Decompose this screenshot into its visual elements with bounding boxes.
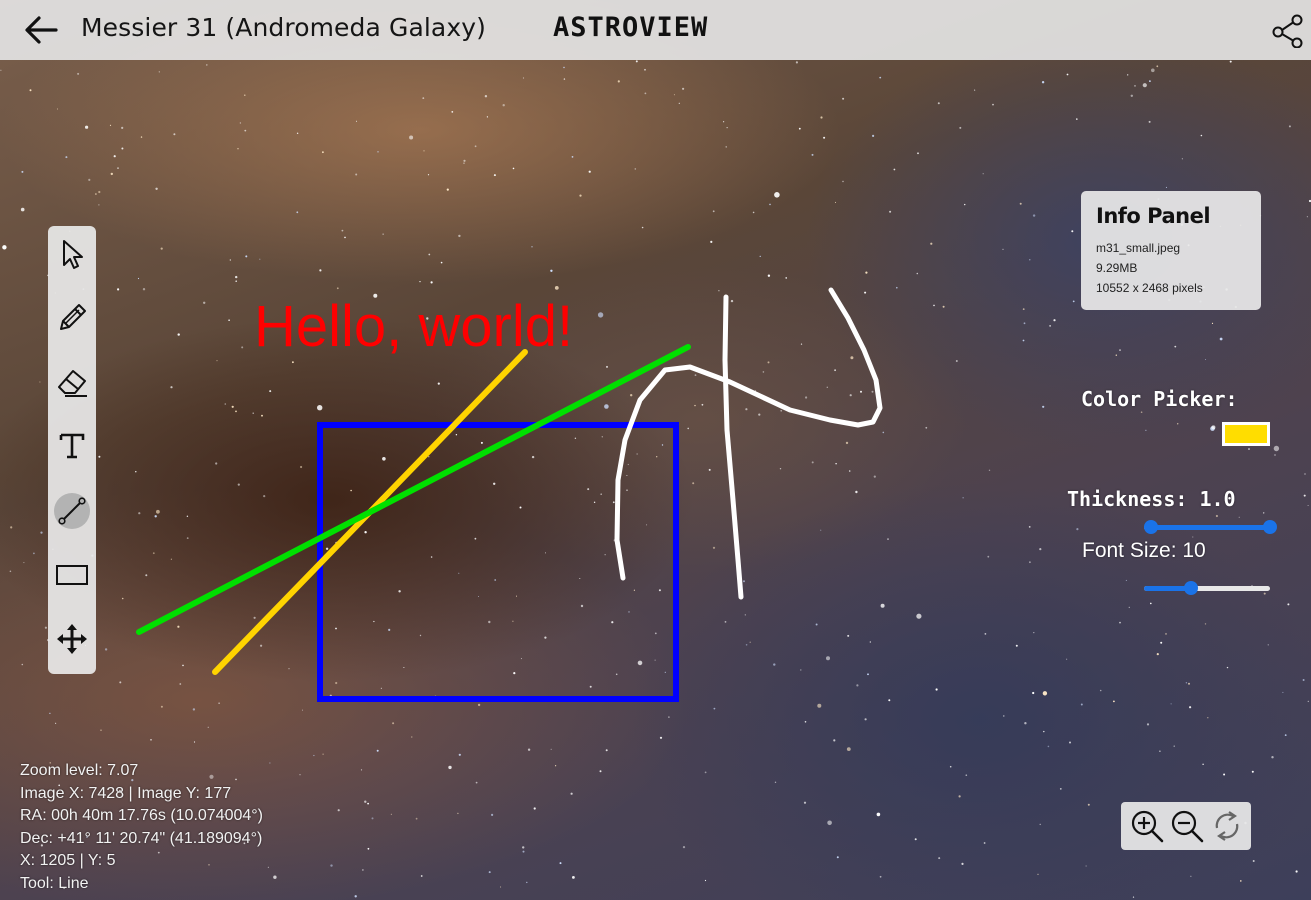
color-picker-label: Color Picker: [1081,387,1238,411]
back-button[interactable] [22,12,60,48]
rectangle-icon [56,565,88,585]
status-dec: Dec: +41° 11' 20.74" (41.189094°) [20,829,263,847]
info-panel-title: Info Panel [1096,204,1211,228]
zoom-controls [1121,802,1251,850]
info-filesize: 9.29MB [1096,261,1138,275]
line-icon [58,497,86,525]
share-button[interactable] [1271,14,1305,49]
annotation-freehand-2[interactable] [722,294,744,600]
pencil-icon [60,304,86,330]
tool-move[interactable] [52,619,92,659]
thickness-label: Thickness: 1.0 [1067,487,1236,511]
thickness-slider-fill [1144,525,1270,530]
tool-palette [48,226,96,674]
status-image-coords: Image X: 7428 | Image Y: 177 [20,784,232,802]
tool-line[interactable] [52,491,92,531]
color-picker-swatch[interactable] [1222,422,1270,446]
info-dimensions: 10552 x 2468 pixels [1096,281,1203,295]
font-size-slider[interactable] [1144,580,1270,596]
share-icon [1272,14,1303,49]
arrow-left-icon [25,16,58,44]
eraser-icon [58,370,87,397]
zoom-in-button[interactable] [1129,808,1165,844]
text-icon [59,433,85,459]
annotation-text[interactable]: Hello, world! [254,294,573,359]
status-screen-coords: X: 1205 | Y: 5 [20,852,116,870]
zoom-in-icon [1131,810,1164,843]
font-size-slider-thumb[interactable] [1184,581,1199,595]
tool-select[interactable] [52,234,92,274]
status-readout: Zoom level: 7.07 Image X: 7428 | Image Y… [20,760,263,896]
font-size-label: Font Size: 10 [1082,539,1206,562]
status-zoom: Zoom level: 7.07 [20,762,139,779]
status-ra: RA: 00h 40m 17.76s (10.074004°) [20,807,263,825]
thickness-slider-thumb[interactable] [1263,520,1277,534]
info-filename: m31_small.jpeg [1096,241,1181,255]
tool-eraser[interactable] [52,362,92,402]
cursor-icon [63,240,83,269]
color-swatch-fill [1225,425,1267,443]
info-panel: Info Panel m31_small.jpeg 9.29MB 10552 x… [1081,191,1261,310]
status-tool: Tool: Line [20,874,89,892]
tool-rectangle[interactable] [52,555,92,595]
zoom-out-icon [1171,810,1204,843]
reset-icon [1215,811,1239,841]
brand-logo[interactable]: ASTROVIEW [553,12,708,43]
top-bar: Messier 31 (Andromeda Galaxy) ASTROVIEW [0,0,1311,60]
thickness-slider[interactable] [1144,519,1277,535]
reset-view-button[interactable] [1209,808,1245,844]
page-title: Messier 31 (Andromeda Galaxy) [81,13,486,42]
tool-pencil[interactable] [52,298,92,338]
move-icon [57,624,87,654]
tool-text[interactable] [52,426,92,466]
annotation-line-green[interactable] [136,344,691,635]
zoom-out-button[interactable] [1169,808,1205,844]
thickness-slider-min-thumb[interactable] [1144,520,1158,534]
annotation-freehand-1[interactable] [614,287,883,581]
